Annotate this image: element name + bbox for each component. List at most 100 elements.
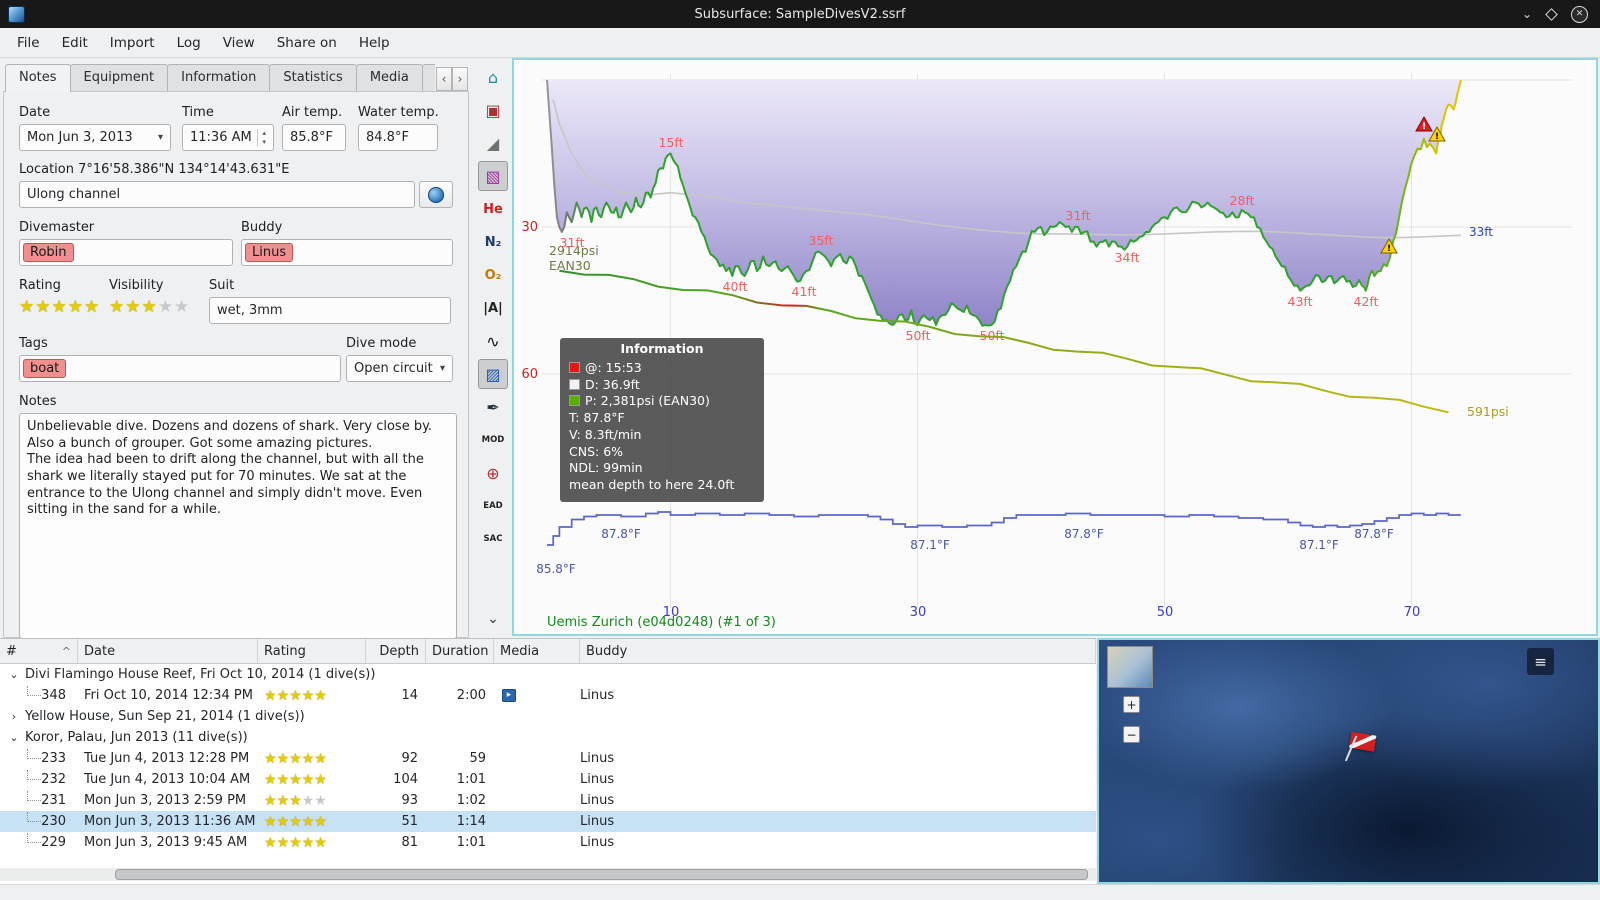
tab-information[interactable]: Information	[167, 64, 271, 92]
divemaster-tag[interactable]: Robin	[23, 243, 74, 262]
heart-rate-toggle[interactable]: ∿	[478, 326, 508, 356]
star-icon: ★	[276, 813, 290, 830]
tissues-toggle[interactable]: |A|	[478, 293, 508, 323]
buddy-label: Buddy	[241, 220, 283, 235]
dive-rating: ★ ★ ★ ★ ★	[258, 769, 366, 790]
tab-scroll-right-button[interactable]: ›	[452, 67, 468, 91]
trip-row[interactable]: ⌄ Koror, Palau, Jun 2013 (11 dive(s))	[0, 727, 1096, 748]
date-select[interactable]: Mon Jun 3, 2013 ▾	[19, 124, 171, 151]
sac-toggle[interactable]: SAC	[478, 524, 508, 554]
menu-log[interactable]: Log	[166, 30, 212, 56]
collapse-toolbar-button[interactable]: ⌄	[478, 604, 508, 634]
maximize-button[interactable]	[1545, 7, 1558, 21]
visibility-label: Visibility	[109, 278, 164, 293]
dive-row[interactable]: 229 Mon Jun 3, 2013 9:45 AM ★ ★ ★ ★ ★ 81 1:01 Lin…	[0, 832, 1096, 853]
dive-profile-panel[interactable]: 2914psi EAN30 591psi 30 60 10 30 50 70 31ft 15ft 40…	[512, 58, 1598, 636]
map-location-button[interactable]	[419, 181, 453, 208]
tag-chip[interactable]: boat	[23, 359, 67, 378]
location-input[interactable]: Ulong channel	[19, 181, 415, 208]
star-icon: ★	[314, 771, 327, 788]
photos-toggle[interactable]: ▨	[478, 359, 508, 389]
menu-file[interactable]: File	[6, 30, 51, 56]
scale-graph-button[interactable]: ▧	[478, 161, 508, 191]
info-box-row: mean depth to here 24.0ft	[569, 477, 735, 492]
map-menu-button[interactable]: ≡	[1527, 648, 1554, 675]
media-icon[interactable]: ▸	[502, 689, 516, 702]
divemaster-input[interactable]: Robin	[19, 239, 233, 266]
caret-down-icon[interactable]: ⌄	[8, 668, 20, 681]
dive-row[interactable]: 232 Tue Jun 4, 2013 10:04 AM ★ ★ ★ ★ ★ 104 1:01 L…	[0, 769, 1096, 790]
minimize-button[interactable]: ⌄	[1522, 8, 1532, 20]
dive-date: Mon Jun 3, 2013 9:45 AM	[84, 835, 248, 850]
map-zoom-in-button[interactable]: +	[1123, 696, 1140, 713]
buddy-input[interactable]: Linus	[241, 239, 453, 266]
tags-input[interactable]: boat	[19, 355, 341, 382]
menu-help[interactable]: Help	[348, 30, 401, 56]
column-header-depth[interactable]: Depth	[366, 639, 426, 663]
tab-statistics[interactable]: Statistics	[269, 64, 357, 92]
scrollbar-thumb[interactable]	[115, 869, 1088, 880]
dive-media: ▸	[494, 685, 580, 706]
pp-o2-toggle[interactable]: O₂	[478, 260, 508, 290]
pp-he-toggle[interactable]: He	[478, 194, 508, 224]
depth-annotation: 28ft	[1230, 193, 1255, 208]
column-header-media[interactable]: Media	[494, 639, 580, 663]
ead-toggle[interactable]: EAD	[478, 491, 508, 521]
air-temp-field[interactable]: 85.8°F	[282, 124, 346, 151]
time-axis-tick: 30	[910, 605, 927, 620]
chevron-down-icon: ▾	[157, 132, 163, 143]
time-spinner[interactable]: 11:36 AM ▴ ▾	[182, 124, 274, 151]
close-button[interactable]: ✕	[1571, 5, 1588, 23]
profile-home-button[interactable]: ⌂	[478, 62, 508, 92]
column-header-buddy[interactable]: Buddy	[580, 639, 1096, 663]
spin-up-icon[interactable]: ▴	[262, 129, 266, 138]
horizontal-scrollbar[interactable]	[0, 868, 1096, 881]
ruler-button[interactable]: ◢	[478, 128, 508, 158]
map-overview-inset[interactable]	[1107, 646, 1153, 688]
column-header-num[interactable]: # ^	[0, 639, 78, 663]
map-zoom-out-button[interactable]: −	[1123, 726, 1140, 743]
dive-row[interactable]: 230 Mon Jun 3, 2013 11:36 AM ★ ★ ★ ★ ★ 51 1:14 Li…	[0, 811, 1096, 832]
notes-textarea[interactable]: Unbelievable dive. Dozens and dozens of …	[19, 413, 457, 639]
rating-stars[interactable]: ★★★★★	[19, 297, 109, 317]
menu-edit[interactable]: Edit	[51, 30, 99, 56]
gas-change-button[interactable]: ✒	[478, 392, 508, 422]
dive-site-flag-marker[interactable]	[1344, 731, 1382, 768]
mean-depth-end-label: 33ft	[1469, 225, 1493, 239]
column-header-date[interactable]: Date	[78, 639, 258, 663]
tab-equipment[interactable]: Equipment	[69, 64, 169, 92]
dive-row[interactable]: 231 Mon Jun 3, 2013 2:59 PM ★ ★ ★ ★ ★ 93 1:02 Lin…	[0, 790, 1096, 811]
depth-axis-tick: 30	[521, 220, 538, 235]
buddy-tag[interactable]: Linus	[245, 243, 294, 262]
column-header-rating[interactable]: Rating	[258, 639, 366, 663]
water-temp-field[interactable]: 84.8°F	[358, 124, 438, 151]
dive-computer-name: Uemis Zurich (e04d0248) (#1 of 3)	[547, 615, 776, 630]
visibility-stars[interactable]: ★★★★★	[109, 297, 209, 317]
suit-input[interactable]: wet, 3mm	[209, 297, 451, 324]
pp-n2-toggle[interactable]: N₂	[478, 227, 508, 257]
dive-row[interactable]: 233 Tue Jun 4, 2013 12:28 PM ★ ★ ★ ★ ★ 92 59 Linu…	[0, 748, 1096, 769]
trip-row[interactable]: ⌄ Divi Flamingo House Reef, Fri Oct 10, 2…	[0, 664, 1096, 685]
tab-e[interactable]: E	[421, 64, 435, 92]
globe-icon	[428, 186, 444, 203]
spin-down-icon[interactable]: ▾	[262, 138, 266, 147]
dc-ceiling-toggle[interactable]: ⊕	[478, 458, 508, 488]
dive-depth: 14	[401, 688, 418, 703]
dive-mode-select[interactable]: Open circuit ▾	[346, 355, 453, 382]
tab-media[interactable]: Media	[355, 64, 423, 92]
trip-row[interactable]: › Yellow House, Sun Sep 21, 2014 (1 dive(…	[0, 706, 1096, 727]
dive-site-map[interactable]: + − ≡	[1097, 638, 1600, 884]
menu-import[interactable]: Import	[99, 30, 166, 56]
tab-notes[interactable]: Notes	[5, 64, 71, 92]
air-temp-value: 85.8°F	[290, 130, 333, 145]
mod-toggle[interactable]: MOD	[478, 425, 508, 455]
caret-right-icon[interactable]: ›	[8, 710, 20, 723]
caret-down-icon[interactable]: ⌄	[8, 731, 20, 744]
dive-row[interactable]: 348 Fri Oct 10, 2014 12:34 PM ★ ★ ★ ★ ★ 14 2:00 ▸…	[0, 685, 1096, 706]
menu-view[interactable]: View	[212, 30, 266, 56]
tab-scroll-left-button[interactable]: ‹	[436, 67, 452, 91]
column-header-duration[interactable]: Duration	[426, 639, 494, 663]
star-icon: ★	[289, 792, 302, 809]
menu-share-on[interactable]: Share on	[266, 30, 348, 56]
profile-picture-button[interactable]: ▣	[478, 95, 508, 125]
